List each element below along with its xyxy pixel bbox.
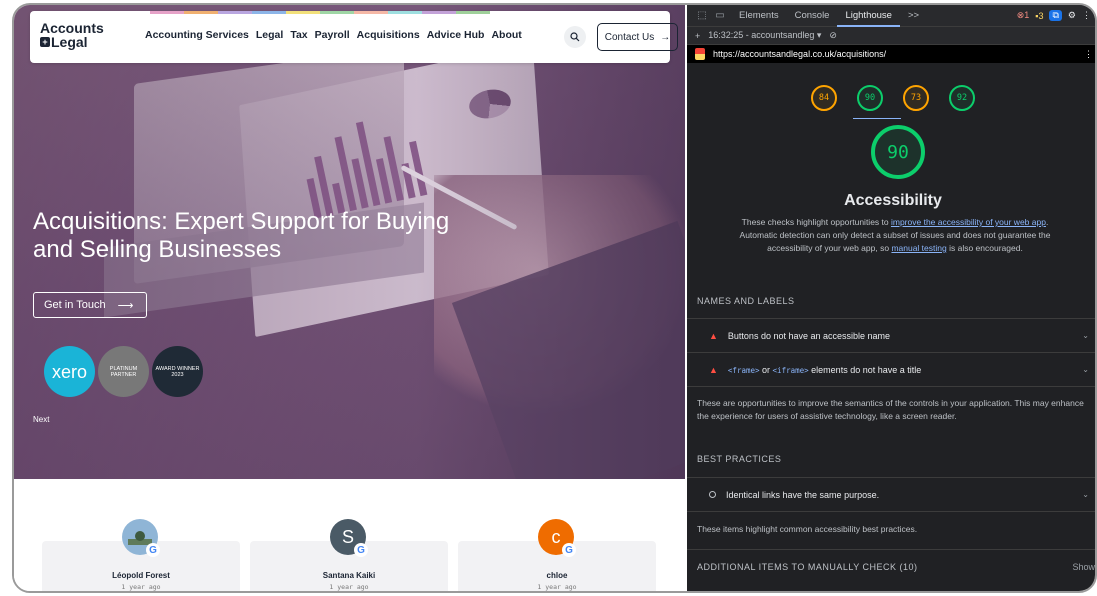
chevron-down-icon: ⌄ (1082, 490, 1089, 499)
search-button[interactable] (564, 26, 586, 48)
tab-lighthouse[interactable]: Lighthouse (837, 5, 900, 27)
accessibility-gauge[interactable]: 90 (857, 85, 883, 111)
accessibility-score-gauge: 90 (871, 125, 925, 179)
nav-item-payroll[interactable]: Payroll (315, 29, 350, 41)
chevron-down-icon: ⌄ (1082, 331, 1089, 340)
google-icon: G (146, 543, 160, 557)
divider (687, 386, 1095, 387)
section-names-and-labels: NAMES AND LABELS (697, 296, 795, 306)
main-menu: Accounting Services Legal Tax Payroll Ac… (145, 29, 529, 41)
partner-badges: xero PLATINUM PARTNER AWARD WINNER 2023 (44, 346, 203, 397)
report-selector[interactable]: 16:32:25 - accountsandleg ▾ (708, 30, 821, 41)
review-card: S G Santana Kaiki 1 year ago (250, 519, 448, 591)
search-icon (570, 32, 580, 42)
carousel-next-link[interactable]: Next (33, 415, 49, 424)
platinum-partner-badge: PLATINUM PARTNER (98, 346, 149, 397)
google-icon: G (354, 543, 368, 557)
manual-testing-link[interactable]: manual testing (891, 243, 946, 253)
devtools-pane: ⬚ ▭ Elements Console Lighthouse >> ⊗1 ▪3… (687, 5, 1095, 591)
inspect-element-icon[interactable]: ⬚ (695, 10, 709, 22)
google-icon: G (562, 543, 576, 557)
review-card: c G chloe 1 year ago (458, 519, 656, 591)
nav-item-about[interactable]: About (491, 29, 521, 41)
fail-triangle-icon: ▲ (709, 330, 718, 341)
nav-item-advice-hub[interactable]: Advice Hub (427, 29, 485, 41)
avatar: c G (538, 519, 576, 557)
lighthouse-toolbar: + 16:32:25 - accountsandleg ▾ ⊘ (687, 27, 1095, 45)
add-report-icon[interactable]: + (695, 31, 700, 41)
neutral-circle-icon (709, 491, 716, 498)
best-practices-gauge[interactable]: 73 (903, 85, 929, 111)
get-in-touch-button[interactable]: Get in Touch ⟶ (33, 292, 147, 318)
review-card: G Léopold Forest 1 year ago (42, 519, 240, 591)
website-pane: Acquisitions: Expert Support for Buying … (14, 5, 685, 591)
clear-icon[interactable]: ⊘ (829, 30, 837, 41)
landscape-icon (128, 531, 152, 545)
color-stripes (150, 11, 490, 14)
nav-item-acquisitions[interactable]: Acquisitions (357, 29, 420, 41)
site-logo[interactable]: Accounts + Legal (40, 21, 110, 49)
reviewer-name: Santana Kaiki (322, 571, 376, 580)
review-time: 1 year ago (329, 583, 369, 591)
chevron-down-icon: ⌄ (1082, 365, 1089, 374)
reviewer-name: chloe (546, 571, 568, 580)
performance-gauge[interactable]: 84 (811, 85, 837, 111)
hero-title: Acquisitions: Expert Support for Buying … (33, 208, 450, 263)
names-section-note: These are opportunities to improve the s… (697, 398, 1084, 421)
arrow-right-icon: ⟶ (117, 299, 134, 312)
score-gauges: 84 90 73 92 (687, 85, 1095, 111)
audit-button-name[interactable]: ▲ Buttons do not have an accessible name… (687, 318, 1095, 352)
divider (687, 549, 1095, 550)
audit-identical-links[interactable]: Identical links have the same purpose. ⌄ (687, 477, 1095, 511)
more-menu-icon[interactable]: ⋮ (1084, 49, 1095, 60)
tab-console[interactable]: Console (787, 5, 838, 27)
contact-us-label: Contact Us (604, 31, 655, 43)
award-winner-badge: AWARD WINNER 2023 (152, 346, 203, 397)
more-menu-icon[interactable]: ⋮ (1082, 10, 1091, 21)
extension-icon[interactable]: ⧉ (1049, 10, 1062, 21)
review-time: 1 year ago (537, 583, 577, 591)
more-tabs-button[interactable]: >> (900, 5, 927, 27)
nav-item-legal[interactable]: Legal (256, 29, 283, 41)
get-in-touch-label: Get in Touch (44, 299, 106, 311)
show-manual-checks-button[interactable]: Show (1072, 562, 1095, 572)
plus-icon: + (40, 37, 50, 47)
section-manual-checks: ADDITIONAL ITEMS TO MANUALLY CHECK (10) (697, 562, 918, 572)
category-title: Accessibility (844, 192, 942, 209)
section-best-practices: BEST PRACTICES (697, 454, 782, 464)
site-navbar: Accounts + Legal Accounting Services Lega… (30, 11, 678, 63)
report-url[interactable]: https://accountsandlegal.co.uk/acquisiti… (713, 49, 886, 59)
review-time: 1 year ago (121, 583, 161, 591)
report-url-bar: https://accountsandlegal.co.uk/acquisiti… (687, 45, 1095, 63)
lighthouse-icon (695, 48, 705, 60)
audit-frame-title[interactable]: ▲ <frame> or <iframe> elements do not ha… (687, 352, 1095, 386)
reviews-section: G Léopold Forest 1 year ago S G Santana … (14, 479, 685, 591)
error-count-icon[interactable]: ⊗1 (1017, 10, 1030, 21)
divider (687, 511, 1095, 512)
hero-section: Acquisitions: Expert Support for Buying … (14, 5, 685, 479)
nav-item-tax[interactable]: Tax (290, 29, 307, 41)
category-description: These checks highlight opportunities to … (739, 217, 1051, 253)
arrow-right-icon: → (660, 31, 671, 43)
fail-triangle-icon: ▲ (709, 364, 718, 375)
tab-elements[interactable]: Elements (731, 5, 787, 27)
active-gauge-indicator (853, 118, 901, 119)
gear-icon[interactable]: ⚙ (1068, 10, 1076, 21)
reviewer-name: Léopold Forest (112, 571, 170, 580)
best-practices-note: These items highlight common accessibili… (697, 524, 918, 534)
improve-accessibility-link[interactable]: improve the accessibility of your web ap… (891, 217, 1046, 227)
nav-item-accounting-services[interactable]: Accounting Services (145, 29, 249, 41)
avatar: G (122, 519, 160, 557)
seo-gauge[interactable]: 92 (949, 85, 975, 111)
xero-badge: xero (44, 346, 95, 397)
devtools-tabbar: ⬚ ▭ Elements Console Lighthouse >> ⊗1 ▪3… (687, 5, 1095, 27)
avatar: S G (330, 519, 368, 557)
contact-us-button[interactable]: Contact Us → (597, 23, 678, 51)
screenshot-frame: Acquisitions: Expert Support for Buying … (12, 3, 1097, 593)
device-toolbar-icon[interactable]: ▭ (713, 10, 727, 22)
warning-count-icon[interactable]: ▪3 (1035, 11, 1043, 21)
